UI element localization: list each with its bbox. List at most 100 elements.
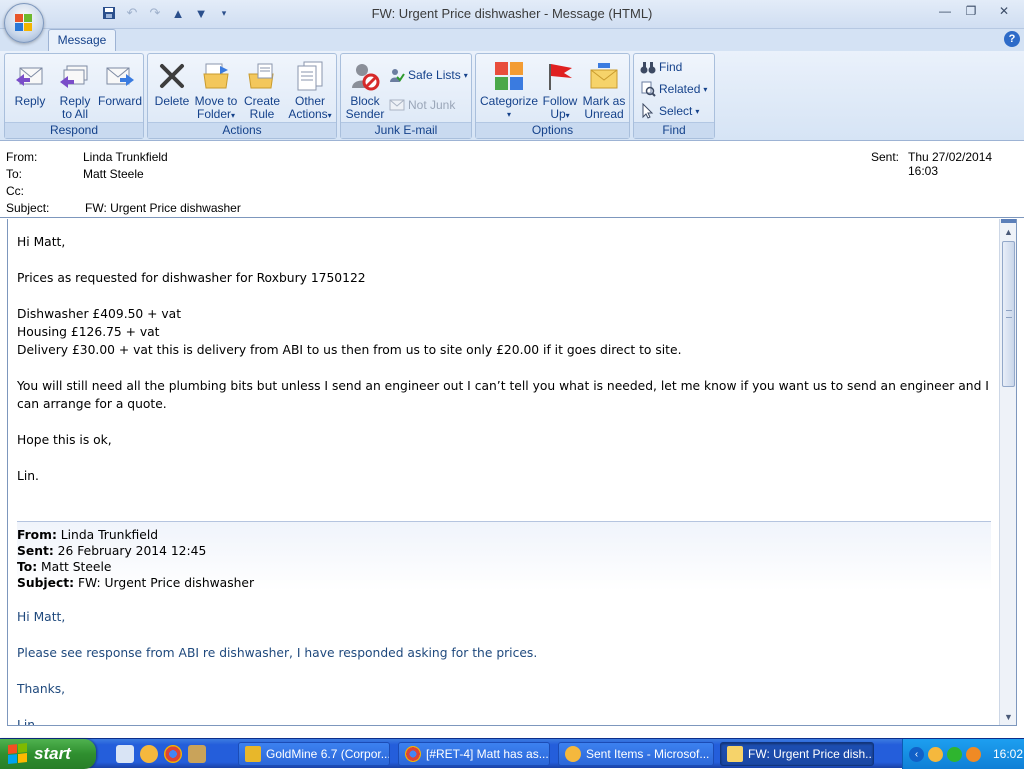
select-button[interactable]: Select ▾ (640, 102, 699, 120)
follow-up-flag-icon (544, 60, 576, 92)
group-label-actions: Actions (148, 122, 336, 138)
restore-icon[interactable]: ❐ (958, 0, 984, 22)
safe-lists-button[interactable]: Safe Lists ▾ (389, 66, 468, 84)
outlook-icon[interactable] (140, 745, 158, 763)
chrome-icon[interactable] (164, 745, 182, 763)
categorize-button[interactable]: Categorize ▾ (478, 58, 540, 122)
minimize-icon[interactable]: — (932, 0, 958, 22)
app-icon[interactable] (188, 745, 206, 763)
group-label-find: Find (634, 122, 714, 138)
tray-status-icon[interactable] (947, 746, 962, 762)
cc-label: Cc: (6, 184, 24, 198)
group-junk-email: Block Sender Safe Lists ▾ Not Junk Junk E… (340, 53, 472, 139)
group-respond: Reply Reply to All Forward Respond (4, 53, 144, 139)
window-controls: — ❐ ✕ (932, 0, 1024, 22)
block-sender-icon (349, 60, 381, 92)
taskbar-item-message[interactable]: FW: Urgent Price dish... (720, 742, 874, 766)
taskbar-item-chrome[interactable]: [#RET-4] Matt has as... (398, 742, 550, 766)
goldmine-icon (245, 746, 261, 762)
follow-up-button[interactable]: Follow Up▾ (540, 58, 580, 122)
scroll-thumb[interactable] (1002, 241, 1015, 387)
reply-icon (14, 60, 46, 92)
group-label-junk: Junk E-mail (341, 122, 471, 138)
tab-message[interactable]: Message (48, 29, 116, 51)
delete-button[interactable]: Delete (152, 58, 192, 122)
taskbar-item-sent-items[interactable]: Sent Items - Microsof... (558, 742, 714, 766)
from-value[interactable]: Linda Trunkfield (83, 150, 168, 164)
price-line: Housing £126.75 + vat (17, 325, 160, 339)
reply-button[interactable]: Reply (9, 58, 51, 122)
group-options: Categorize ▾ Follow Up▾ Mark as Unread O… (475, 53, 630, 139)
to-value[interactable]: Matt Steele (83, 167, 144, 181)
plumbing-paragraph: You will still need all the plumbing bit… (17, 379, 989, 411)
categorize-icon (493, 60, 525, 92)
not-junk-button[interactable]: Not Junk (389, 96, 455, 114)
ie-icon[interactable] (116, 745, 134, 763)
ribbon: Reply Reply to All Forward Respond Delet… (0, 51, 1024, 141)
mark-as-unread-icon (588, 60, 620, 92)
fwd-text: Please see response from ABI re dishwash… (17, 646, 538, 660)
price-line: Delivery £30.00 + vat this is delivery f… (17, 343, 682, 357)
forward-icon (104, 60, 136, 92)
greeting: Hi Matt, (17, 235, 66, 249)
find-button[interactable]: Find (640, 58, 682, 76)
envelope-icon (727, 746, 743, 762)
message-header: From: Linda Trunkfield To: Matt Steele C… (0, 142, 1024, 218)
reply-all-icon (59, 60, 91, 92)
outlook-icon (565, 746, 581, 762)
help-icon[interactable]: ? (1004, 31, 1020, 47)
tray-outlook-icon[interactable] (928, 746, 943, 762)
subject-value: FW: Urgent Price dishwasher (85, 201, 241, 215)
cursor-arrow-icon (640, 102, 656, 119)
safe-lists-icon (389, 67, 405, 83)
create-rule-icon (246, 60, 278, 92)
taskbar-item-goldmine[interactable]: GoldMine 6.7 (Corpor... (238, 742, 390, 766)
fwd-greeting: Hi Matt, (17, 610, 66, 624)
scroll-up-icon[interactable]: ▲ (1001, 224, 1016, 240)
create-rule-button[interactable]: Create Rule (240, 58, 284, 122)
intro-line: Prices as requested for dishwasher for R… (17, 271, 366, 285)
to-label: To: (6, 167, 23, 181)
clock: 16:02 (993, 747, 1024, 761)
closing-line: Hope this is ok, (17, 433, 112, 447)
move-to-folder-button[interactable]: Move to Folder▾ (194, 58, 238, 122)
vertical-scrollbar[interactable]: ▲ ▼ (999, 219, 1016, 725)
block-sender-button[interactable]: Block Sender (343, 58, 387, 122)
binoculars-icon (640, 59, 656, 75)
reply-all-button[interactable]: Reply to All (53, 58, 97, 122)
forward-button[interactable]: Forward (97, 58, 143, 122)
related-icon (640, 81, 656, 97)
windows-flag-icon (8, 743, 28, 765)
fwd-from: Linda Trunkfield (60, 528, 159, 542)
delete-icon (156, 60, 188, 92)
window-title: FW: Urgent Price dishwasher - Message (H… (371, 6, 653, 21)
forwarded-body: Hi Matt, Please see response from ABI re… (17, 608, 991, 726)
group-actions: Delete Move to Folder▾ Create Rule Other… (147, 53, 337, 139)
taskbar: start GoldMine 6.7 (Corpor... [#RET-4] M… (0, 738, 1024, 769)
start-button[interactable]: start (0, 739, 96, 769)
tray-app-icon[interactable] (966, 746, 981, 762)
scrollbar-split-icon (1001, 219, 1016, 223)
tray-expand-icon[interactable]: ‹ (909, 746, 924, 762)
close-icon[interactable]: ✕ (984, 0, 1024, 22)
fwd-thanks: Thanks, (17, 682, 66, 696)
fwd-subject: FW: Urgent Price dishwasher (77, 576, 255, 590)
title-bar: ↶ ↷ ▲ ▼ ▾ FW: Urgent Price dishwasher - … (0, 0, 1024, 43)
quick-launch (116, 745, 206, 763)
group-find: Find Related ▾ Select ▾ Find (633, 53, 715, 139)
scroll-down-icon[interactable]: ▼ (1001, 709, 1016, 725)
signature: Lin. (17, 469, 39, 483)
related-button[interactable]: Related ▾ (640, 80, 707, 98)
message-body[interactable]: Hi Matt, Prices as requested for dishwas… (7, 219, 1017, 726)
fwd-signature: Lin. (17, 718, 39, 726)
other-actions-icon (294, 60, 326, 92)
sent-label: Sent: (871, 150, 900, 164)
other-actions-button[interactable]: Other Actions▾ (286, 58, 334, 122)
subject-label: Subject: (6, 201, 50, 215)
system-tray: ‹ 16:02 (902, 739, 1024, 769)
office-button[interactable] (4, 3, 44, 43)
mark-as-unread-button[interactable]: Mark as Unread (580, 58, 628, 122)
sent-value: Thu 27/02/2014 16:03 (908, 150, 993, 178)
not-junk-icon (389, 97, 405, 113)
move-to-folder-icon (200, 60, 232, 92)
